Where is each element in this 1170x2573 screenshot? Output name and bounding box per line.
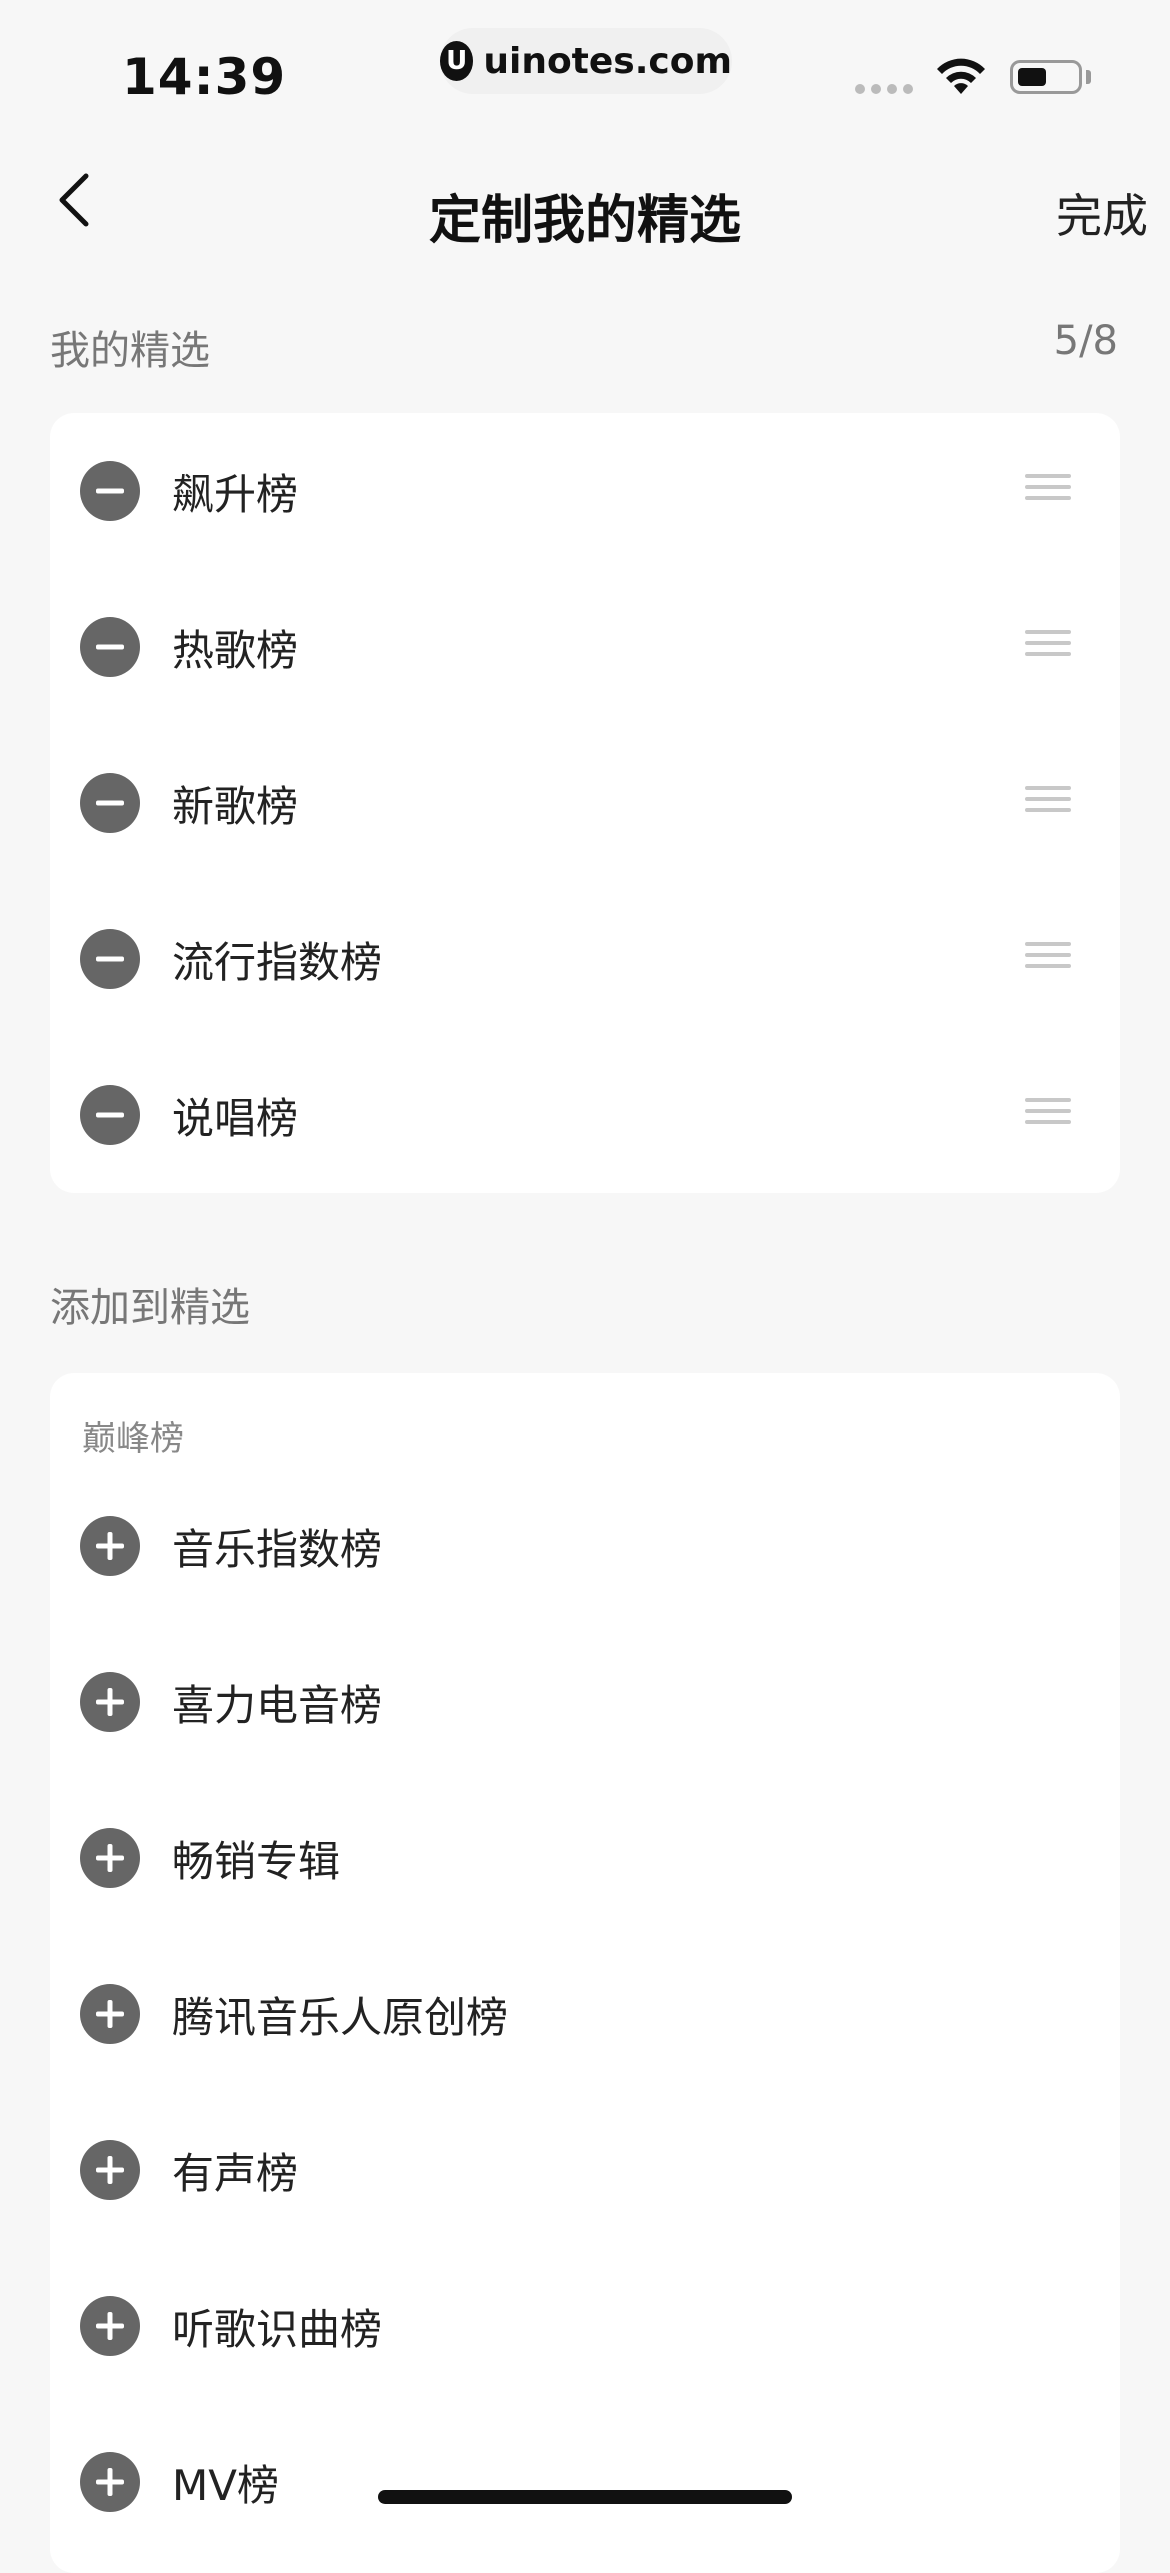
list-item[interactable]: 音乐指数榜 — [50, 1468, 1120, 1624]
list-item-label: 喜力电音榜 — [172, 1680, 383, 1730]
list-item-label: 流行指数榜 — [172, 937, 383, 987]
add-icon[interactable] — [80, 1672, 140, 1732]
url-text: uinotes.com — [483, 40, 732, 82]
list-item[interactable]: 流行指数榜 — [50, 881, 1120, 1037]
list-item-label: 有声榜 — [172, 2148, 299, 2198]
list-item[interactable]: MV榜 — [50, 2404, 1120, 2560]
add-icon[interactable] — [80, 2140, 140, 2200]
list-item[interactable]: 畅销专辑 — [50, 1780, 1120, 1936]
drag-handle-icon[interactable] — [1025, 786, 1071, 820]
done-button[interactable]: 完成 — [1056, 180, 1148, 246]
battery-cap — [1086, 70, 1091, 84]
list-item-label: 热歌榜 — [172, 625, 299, 675]
remove-icon[interactable] — [80, 1085, 140, 1145]
add-icon[interactable] — [80, 1984, 140, 2044]
site-logo-icon: U — [440, 41, 474, 81]
home-indicator[interactable] — [378, 2490, 792, 2504]
list-item[interactable]: 飙升榜 — [50, 413, 1120, 569]
list-item-label: 畅销专辑 — [172, 1836, 341, 1886]
wifi-icon — [937, 58, 985, 94]
add-section-card: 巅峰榜 音乐指数榜 喜力电音榜 畅销专辑 腾讯音乐人原创榜 有声榜 听歌识曲榜 … — [50, 1373, 1120, 2573]
list-item[interactable]: 新歌榜 — [50, 725, 1120, 881]
status-bar: 14:39 U uinotes.com — [0, 0, 1170, 140]
list-item[interactable]: 有声榜 — [50, 2092, 1120, 2248]
list-item-label: 腾讯音乐人原创榜 — [172, 1992, 509, 2042]
drag-handle-icon[interactable] — [1025, 942, 1071, 976]
list-item-label: 新歌榜 — [172, 781, 299, 831]
list-item-label: 听歌识曲榜 — [172, 2304, 383, 2354]
signal-icon — [855, 84, 913, 94]
nav-bar: 定制我的精选 完成 — [0, 140, 1170, 275]
drag-handle-icon[interactable] — [1025, 630, 1071, 664]
drag-handle-icon[interactable] — [1025, 1098, 1071, 1132]
list-item[interactable]: 听歌识曲榜 — [50, 2248, 1120, 2404]
page-title: 定制我的精选 — [428, 191, 741, 251]
group-title: 巅峰榜 — [82, 1419, 184, 1459]
my-picks-count: 5/8 — [1053, 318, 1118, 364]
list-item-label: MV榜 — [172, 2460, 279, 2510]
url-pill[interactable]: U uinotes.com — [440, 28, 732, 94]
remove-icon[interactable] — [80, 773, 140, 833]
drag-handle-icon[interactable] — [1025, 474, 1071, 508]
battery-icon — [1010, 60, 1082, 94]
list-item[interactable]: 说唱榜 — [50, 1037, 1120, 1193]
list-item-label: 音乐指数榜 — [172, 1524, 383, 1574]
remove-icon[interactable] — [80, 929, 140, 989]
remove-icon[interactable] — [80, 617, 140, 677]
list-item-label: 飙升榜 — [172, 469, 299, 519]
add-icon[interactable] — [80, 2452, 140, 2512]
my-picks-card: 飙升榜 热歌榜 新歌榜 流行指数榜 说唱榜 — [50, 413, 1120, 1193]
remove-icon[interactable] — [80, 461, 140, 521]
status-time: 14:39 — [122, 48, 287, 106]
list-item[interactable]: 腾讯音乐人原创榜 — [50, 1936, 1120, 2092]
list-item[interactable]: 热歌榜 — [50, 569, 1120, 725]
add-icon[interactable] — [80, 2296, 140, 2356]
list-item-label: 说唱榜 — [172, 1093, 299, 1143]
list-item[interactable]: 喜力电音榜 — [50, 1624, 1120, 1780]
add-section-title: 添加到精选 — [50, 1285, 250, 1331]
add-icon[interactable] — [80, 1828, 140, 1888]
add-icon[interactable] — [80, 1516, 140, 1576]
my-picks-title: 我的精选 — [50, 328, 210, 374]
